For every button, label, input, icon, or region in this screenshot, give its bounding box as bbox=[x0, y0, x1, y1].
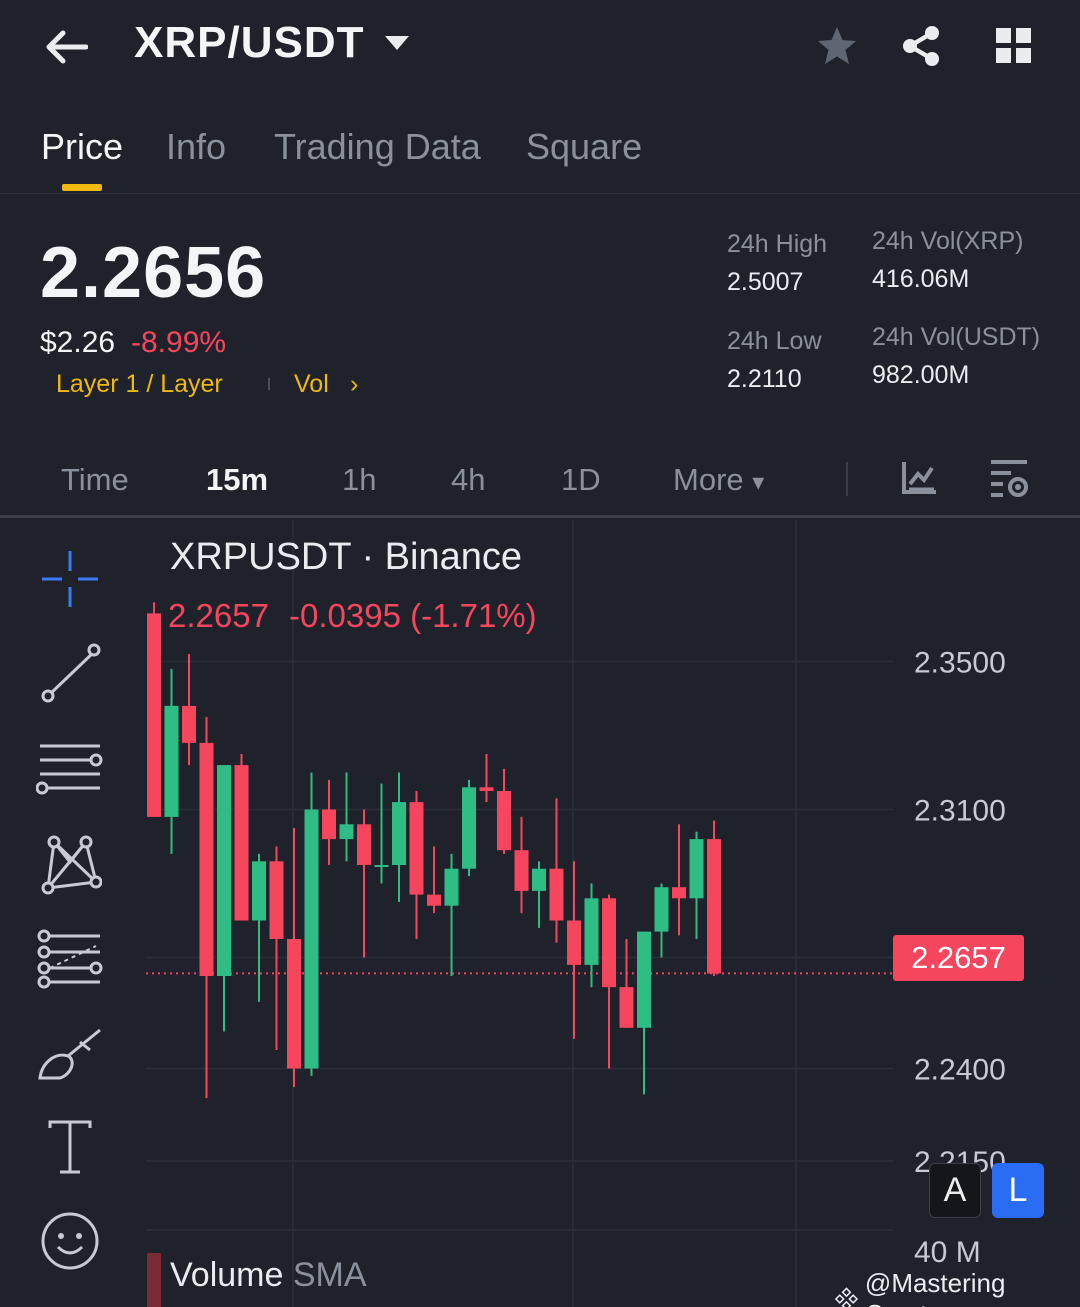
current-price-tag: 2.2657 bbox=[893, 935, 1024, 981]
candle-body bbox=[654, 887, 669, 932]
candle-body bbox=[427, 894, 441, 906]
candle-body bbox=[374, 865, 389, 867]
candle-body bbox=[444, 868, 459, 906]
interval-4h[interactable]: 4h bbox=[451, 462, 485, 498]
tab-square[interactable]: Square bbox=[526, 126, 642, 168]
interval-1d[interactable]: 1D bbox=[561, 462, 601, 498]
candle-body bbox=[252, 861, 266, 921]
binance-logo-icon bbox=[834, 1287, 859, 1307]
vol-usdt-value: 982.00M bbox=[872, 361, 970, 389]
top-header: XRP/USDT bbox=[0, 0, 1080, 96]
tab-trading-data[interactable]: Trading Data bbox=[274, 126, 481, 168]
candle-body bbox=[234, 765, 249, 921]
candle-body bbox=[672, 887, 686, 899]
candle-body bbox=[689, 839, 704, 899]
auto-scale-button[interactable]: A bbox=[929, 1163, 981, 1218]
tag-divider bbox=[268, 378, 270, 390]
horizontal-lines-icon[interactable] bbox=[34, 732, 106, 804]
interval-time[interactable]: Time bbox=[61, 462, 129, 498]
tab-price[interactable]: Price bbox=[41, 126, 123, 168]
candle-body bbox=[322, 809, 336, 840]
candle-body bbox=[479, 787, 494, 791]
volume-bar bbox=[147, 1253, 161, 1307]
candle-body bbox=[269, 861, 284, 939]
candlestick-chart[interactable]: 2.35002.31002.27002.24002.2150 bbox=[0, 520, 1080, 1307]
chart-settings-icon[interactable] bbox=[987, 456, 1031, 500]
log-scale-button[interactable]: L bbox=[992, 1163, 1044, 1218]
main-tabs: Price Info Trading Data Square bbox=[0, 110, 1080, 194]
volume-title: Volume bbox=[170, 1256, 284, 1294]
candle-body bbox=[182, 705, 196, 743]
tab-info[interactable]: Info bbox=[166, 126, 226, 168]
candle-body bbox=[497, 791, 511, 851]
chevron-right-icon[interactable]: › bbox=[350, 370, 358, 399]
interval-15m[interactable]: 15m bbox=[206, 462, 268, 498]
candle-body bbox=[514, 850, 529, 891]
chart-title: XRPUSDT · Binance bbox=[170, 536, 522, 578]
candle-body bbox=[164, 705, 179, 817]
candle-body bbox=[339, 824, 354, 840]
candle-body bbox=[637, 931, 651, 1028]
chart-last-price: 2.2657 bbox=[168, 597, 269, 634]
candle-body bbox=[304, 809, 319, 1069]
candle-body bbox=[287, 939, 301, 1069]
chart-change: -0.0395 (-1.71%) bbox=[289, 597, 537, 634]
candle-body bbox=[357, 824, 371, 865]
vol-tag[interactable]: Vol bbox=[294, 370, 329, 399]
candle-body bbox=[217, 765, 231, 976]
last-price: 2.2656 bbox=[40, 233, 267, 313]
low-value: 2.2110 bbox=[727, 365, 802, 393]
candle-body bbox=[392, 802, 406, 865]
candle-body bbox=[549, 868, 564, 921]
candle-body bbox=[147, 613, 161, 817]
category-tag[interactable]: Layer 1 / Layer bbox=[56, 370, 223, 399]
crosshair-icon[interactable] bbox=[34, 543, 106, 615]
candle-body bbox=[199, 742, 214, 976]
candle-body bbox=[409, 802, 424, 895]
interval-more[interactable]: More ▾ bbox=[673, 462, 764, 498]
y-tick-label: 2.2400 bbox=[914, 1054, 1006, 1087]
pattern-icon[interactable] bbox=[34, 828, 106, 900]
interval-bar: Time 15m 1h 4h 1D More ▾ bbox=[0, 440, 1080, 518]
caret-down-icon[interactable] bbox=[382, 32, 412, 56]
interval-1h[interactable]: 1h bbox=[342, 462, 376, 498]
interval-divider bbox=[846, 462, 848, 496]
watermark: @Mastering Crypto bbox=[834, 1268, 1080, 1307]
candle-body bbox=[707, 839, 721, 974]
low-label: 24h Low bbox=[727, 327, 822, 355]
more-label: More bbox=[673, 462, 744, 497]
grid-icon[interactable] bbox=[990, 22, 1038, 70]
back-arrow-icon[interactable] bbox=[40, 24, 92, 70]
volume-label: Volume SMA bbox=[170, 1256, 367, 1295]
price-change-percent: -8.99% bbox=[131, 326, 227, 359]
brush-icon[interactable] bbox=[34, 1018, 106, 1090]
indicator-chart-icon[interactable] bbox=[898, 456, 942, 500]
candle-body bbox=[584, 898, 599, 965]
active-tab-indicator bbox=[62, 184, 102, 191]
volume-sma: SMA bbox=[292, 1256, 367, 1294]
text-icon[interactable] bbox=[34, 1110, 106, 1182]
candle-body bbox=[602, 898, 616, 988]
candle-body bbox=[532, 868, 546, 891]
candle-body bbox=[567, 920, 581, 965]
vol-xrp-label: 24h Vol(XRP) bbox=[872, 227, 1024, 255]
y-tick-label: 2.3500 bbox=[914, 647, 1006, 680]
emoji-icon[interactable] bbox=[34, 1205, 106, 1277]
share-icon[interactable] bbox=[897, 22, 945, 70]
star-icon[interactable] bbox=[813, 22, 861, 70]
watermark-text: @Mastering Crypto bbox=[864, 1268, 1006, 1307]
volume-axis-label: 40 M bbox=[914, 1236, 981, 1269]
caret-down-icon: ▾ bbox=[752, 469, 765, 496]
high-value: 2.5007 bbox=[727, 268, 804, 296]
vol-usdt-label: 24h Vol(USDT) bbox=[872, 323, 1041, 351]
pair-title[interactable]: XRP/USDT bbox=[134, 18, 364, 68]
trend-line-icon[interactable] bbox=[34, 636, 106, 708]
usd-price: $2.26 bbox=[40, 326, 116, 359]
candle-body bbox=[619, 987, 634, 1028]
high-label: 24h High bbox=[727, 230, 828, 258]
candle-body bbox=[462, 787, 476, 869]
vol-xrp-value: 416.06M bbox=[872, 265, 970, 293]
y-tick-label: 2.3100 bbox=[914, 795, 1006, 828]
fib-icon[interactable] bbox=[34, 922, 106, 994]
